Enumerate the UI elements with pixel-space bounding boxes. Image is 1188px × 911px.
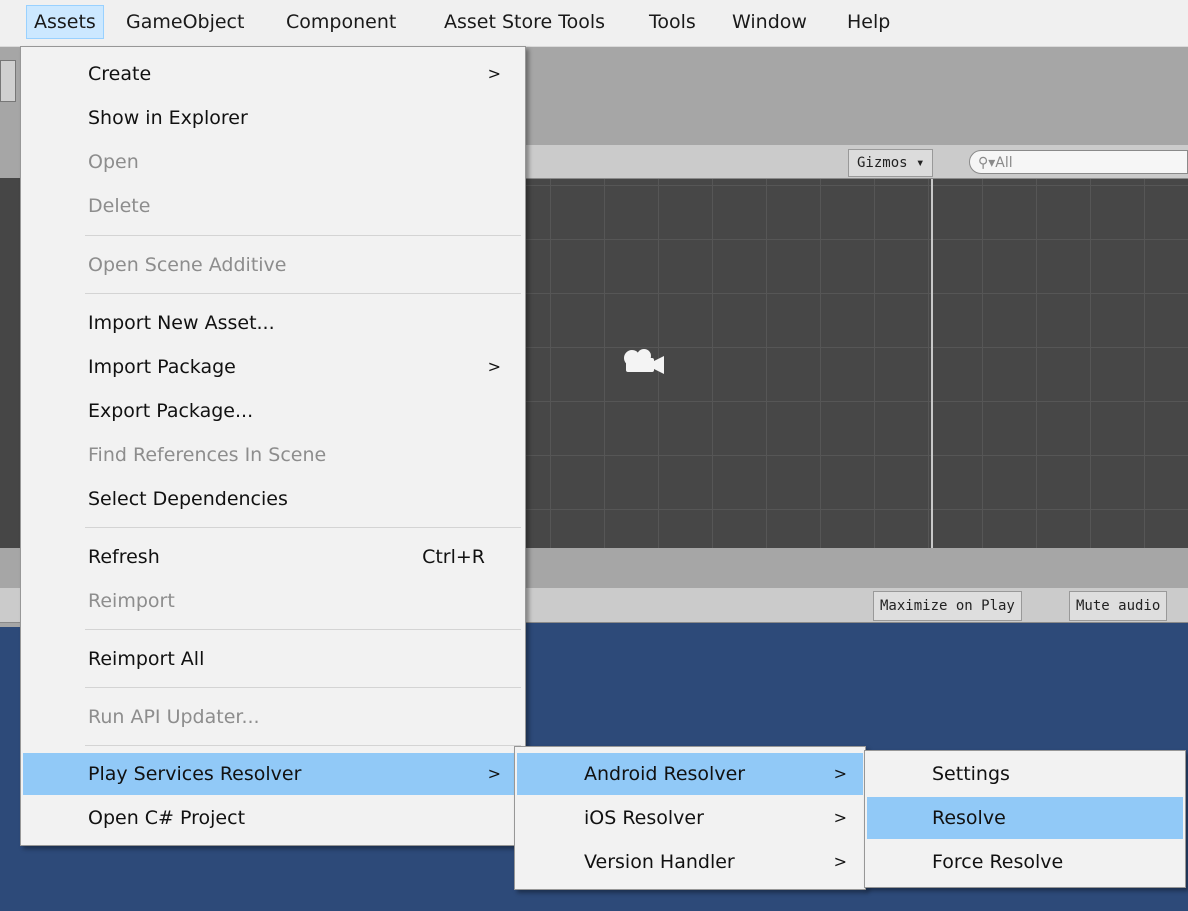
mute-audio-toggle[interactable]: Mute audio xyxy=(1069,591,1168,621)
menu-item-label: Open xyxy=(88,151,139,173)
menu-item-find-references: Find References In Scene xyxy=(23,434,523,476)
menu-item-resolve[interactable]: Resolve xyxy=(867,797,1183,839)
menu-item-label: iOS Resolver xyxy=(584,807,704,829)
menu-item-import-new-asset[interactable]: Import New Asset... xyxy=(23,302,523,344)
menu-separator xyxy=(85,629,521,630)
menu-item-label: Import Package xyxy=(88,356,236,378)
menu-item-label: Show in Explorer xyxy=(88,107,248,129)
menu-item-show-in-explorer[interactable]: Show in Explorer xyxy=(23,97,523,139)
menu-item-label: Select Dependencies xyxy=(88,488,288,510)
menu-item-play-services-resolver[interactable]: Play Services Resolver > xyxy=(23,753,523,795)
android-resolver-submenu: Settings Resolve Force Resolve xyxy=(864,750,1186,888)
menu-separator xyxy=(85,745,521,746)
menu-item-label: Import New Asset... xyxy=(88,312,275,334)
menu-item-label: Reimport All xyxy=(88,648,205,670)
shortcut-label: Ctrl+R xyxy=(422,546,485,568)
scene-axis-line xyxy=(931,179,933,548)
menu-item-label: Open Scene Additive xyxy=(88,254,287,276)
menu-item-import-package[interactable]: Import Package > xyxy=(23,346,523,388)
camera-icon[interactable] xyxy=(620,344,668,380)
menu-item-open: Open xyxy=(23,141,523,183)
menu-window[interactable]: Window xyxy=(725,6,814,38)
menu-item-select-dependencies[interactable]: Select Dependencies xyxy=(23,478,523,520)
menu-item-delete: Delete xyxy=(23,185,523,227)
chevron-right-icon: > xyxy=(487,764,501,783)
menu-item-label: Refresh xyxy=(88,546,160,568)
menu-separator xyxy=(85,527,521,528)
menu-item-label: Play Services Resolver xyxy=(88,763,302,785)
menu-item-label: Settings xyxy=(932,763,1010,785)
menu-component[interactable]: Component xyxy=(279,6,403,38)
menu-item-version-handler[interactable]: Version Handler > xyxy=(517,841,863,883)
gizmos-dropdown[interactable]: Gizmos ▾ xyxy=(848,149,934,177)
menu-item-android-resolver[interactable]: Android Resolver > xyxy=(517,753,863,795)
menu-item-label: Find References In Scene xyxy=(88,444,327,466)
menu-item-create[interactable]: Create > xyxy=(23,53,523,95)
assets-menu: Create > Show in Explorer Open Delete Op… xyxy=(20,46,526,846)
menu-item-run-api-updater: Run API Updater... xyxy=(23,696,523,738)
menu-item-label: Android Resolver xyxy=(584,763,746,785)
menu-tools[interactable]: Tools xyxy=(642,6,703,38)
menu-item-export-package[interactable]: Export Package... xyxy=(23,390,523,432)
menu-item-label: Version Handler xyxy=(584,851,735,873)
menu-item-open-scene-additive: Open Scene Additive xyxy=(23,244,523,286)
menu-item-label: Export Package... xyxy=(88,400,254,422)
menu-item-open-csharp-project[interactable]: Open C# Project xyxy=(23,797,523,839)
menu-assets[interactable]: Assets xyxy=(26,5,104,39)
menu-item-label: Delete xyxy=(88,195,151,217)
search-placeholder: All xyxy=(995,155,1013,171)
menu-item-label: Create xyxy=(88,63,152,85)
menu-item-force-resolve[interactable]: Force Resolve xyxy=(867,841,1183,883)
menu-separator xyxy=(85,687,521,688)
menu-item-label: Reimport xyxy=(88,590,175,612)
chevron-right-icon: > xyxy=(487,64,501,83)
menu-item-label: Run API Updater... xyxy=(88,706,260,728)
menu-separator xyxy=(85,293,521,294)
menu-separator xyxy=(85,235,521,236)
chevron-right-icon: > xyxy=(833,852,847,871)
menu-item-reimport: Reimport xyxy=(23,580,523,622)
resolver-submenu: Android Resolver > iOS Resolver > Versio… xyxy=(514,746,866,890)
left-panel-dark xyxy=(0,178,20,548)
chevron-right-icon: > xyxy=(833,808,847,827)
scene-search-input[interactable]: ⚲▾All xyxy=(969,150,1188,174)
menu-bar: Assets GameObject Component Asset Store … xyxy=(0,0,1188,47)
menu-asset-store-tools[interactable]: Asset Store Tools xyxy=(437,6,612,38)
menu-item-label: Open C# Project xyxy=(88,807,246,829)
menu-help[interactable]: Help xyxy=(840,6,897,38)
hand-tool-icon[interactable] xyxy=(0,60,16,102)
menu-item-settings[interactable]: Settings xyxy=(867,753,1183,795)
maximize-on-play-toggle[interactable]: Maximize on Play xyxy=(873,591,1022,621)
menu-gameobject[interactable]: GameObject xyxy=(119,6,251,38)
chevron-right-icon: > xyxy=(487,357,501,376)
chevron-right-icon: > xyxy=(833,764,847,783)
search-icon: ⚲▾ xyxy=(978,155,996,171)
menu-item-reimport-all[interactable]: Reimport All xyxy=(23,638,523,680)
menu-item-label: Resolve xyxy=(932,807,1006,829)
menu-item-label: Force Resolve xyxy=(932,851,1064,873)
menu-item-refresh[interactable]: Refresh Ctrl+R xyxy=(23,536,523,578)
menu-item-ios-resolver[interactable]: iOS Resolver > xyxy=(517,797,863,839)
